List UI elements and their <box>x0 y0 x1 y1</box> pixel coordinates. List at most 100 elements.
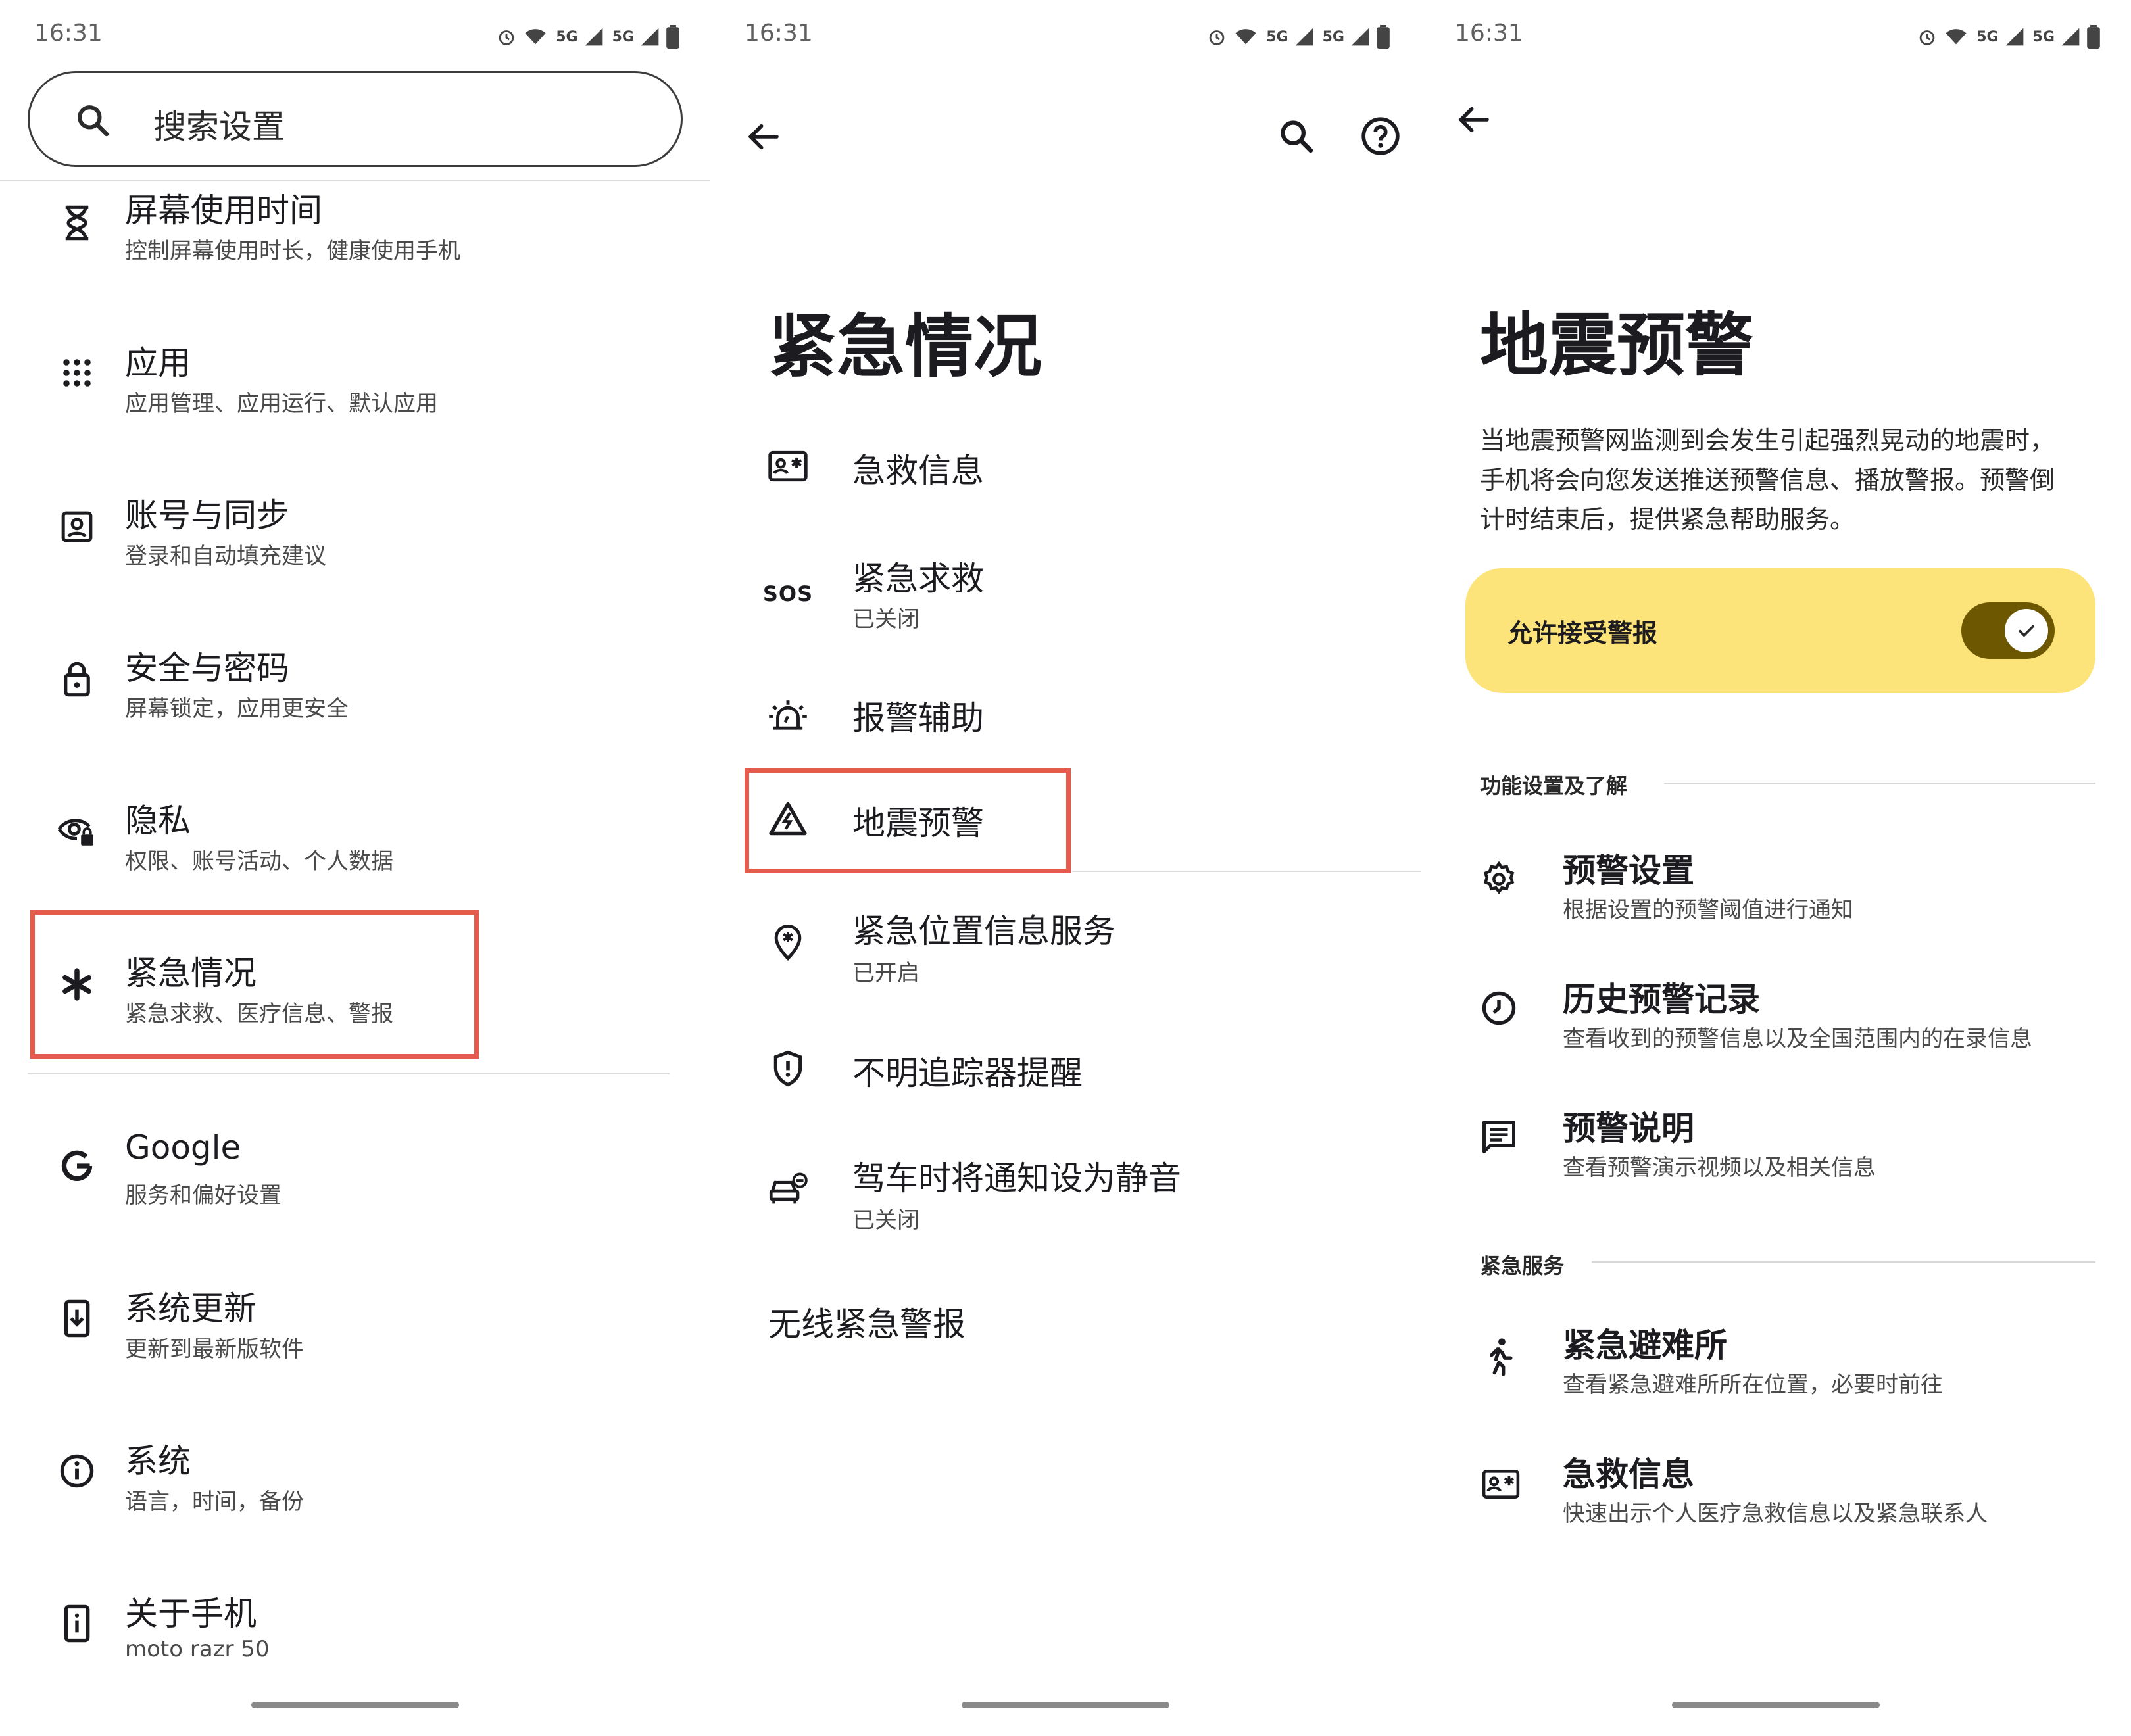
allow-alerts-toggle[interactable] <box>1961 602 2055 659</box>
medical-id-icon <box>767 447 809 485</box>
item-subtitle: 快速出示个人医疗急救信息以及紧急联系人 <box>1563 1501 1988 1527</box>
medical-id-icon <box>1480 1465 1522 1503</box>
account-box-icon <box>58 508 96 546</box>
divider <box>1072 871 1421 872</box>
status-bar: 16:31 5G 5G <box>0 13 710 59</box>
message-icon <box>1480 1118 1518 1156</box>
privacy-eye-icon <box>58 811 96 850</box>
alarm-icon <box>1209 30 1225 45</box>
status-bar: 16:31 5G 5G <box>710 13 1421 59</box>
settings-item-about-phone[interactable]: 关于手机 moto razr 50 <box>0 1587 710 1712</box>
home-indicator[interactable] <box>962 1702 1169 1708</box>
settings-item-system-update[interactable]: 系统更新 更新到最新版软件 <box>0 1282 710 1407</box>
item-subtitle: 查看预警演示视频以及相关信息 <box>1563 1155 1876 1181</box>
settings-item-security[interactable]: 安全与密码 屏幕锁定，应用更安全 <box>0 642 710 767</box>
home-indicator[interactable] <box>251 1702 459 1708</box>
item-subtitle: 应用管理、应用运行、默认应用 <box>125 391 438 417</box>
item-title: 报警辅助 <box>852 699 984 737</box>
item-title: 应用 <box>125 344 191 382</box>
page-description: 当地震预警网监测到会发生引起强烈晃动的地震时，手机将会向您发送推送预警信息、播放… <box>1480 426 2055 534</box>
check-icon <box>2005 609 2048 652</box>
item-subtitle: 已关闭 <box>852 1207 919 1234</box>
status-time: 16:31 <box>1455 20 1523 47</box>
emergency-panel: 16:31 5G 5G 紧急情况 急救信息 SOS 紧急求救 已关闭 报警辅助 … <box>710 0 1421 1736</box>
item-title: 关于手机 <box>125 1595 257 1633</box>
status-time: 16:31 <box>745 20 813 47</box>
running-person-icon <box>1480 1338 1518 1376</box>
help-icon[interactable] <box>1360 116 1401 157</box>
search-icon[interactable] <box>1277 117 1315 155</box>
status-bar: 16:31 5G 5G <box>1421 13 2131 59</box>
cell-signal-icon <box>1351 28 1369 46</box>
allow-alerts-label: 允许接受警报 <box>1507 619 1658 648</box>
apps-grid-icon <box>58 354 96 392</box>
page-title: 紧急情况 <box>768 306 1042 387</box>
signal-label-2: 5G <box>612 28 634 45</box>
signal-label-1: 5G <box>556 28 578 45</box>
emergency-item-location-service[interactable]: 紧急位置信息服务 已开启 <box>710 905 1421 1017</box>
google-icon <box>58 1147 96 1185</box>
system-update-icon <box>58 1299 96 1338</box>
allow-alerts-card[interactable]: 允许接受警报 <box>1465 568 2095 693</box>
alarm-light-icon <box>767 694 809 733</box>
signal-label-2: 5G <box>1322 28 1344 45</box>
battery-icon <box>666 25 679 49</box>
back-arrow-icon[interactable] <box>1455 101 1492 138</box>
item-title: 驾车时将通知设为静音 <box>852 1159 1181 1197</box>
earthquake-item-shelter[interactable]: 紧急避难所 查看紧急避难所所在位置，必要时前往 <box>1421 1319 2131 1437</box>
item-subtitle: 屏幕锁定，应用更安全 <box>125 696 349 722</box>
emergency-item-driving-mute[interactable]: 驾车时将通知设为静音 已关闭 <box>710 1152 1421 1264</box>
item-subtitle: 根据设置的预警阈值进行通知 <box>1563 897 1853 923</box>
search-placeholder: 搜索设置 <box>153 108 285 146</box>
earthquake-item-warning-settings[interactable]: 预警设置 根据设置的预警阈值进行通知 <box>1421 844 2131 963</box>
cell-signal-icon <box>2005 28 2023 46</box>
cell-signal-icon <box>1295 28 1313 46</box>
highlight-box <box>30 910 479 1059</box>
item-subtitle: 控制屏幕使用时长，健康使用手机 <box>125 238 460 264</box>
item-title: 预警说明 <box>1563 1109 1694 1147</box>
item-subtitle: 查看紧急避难所所在位置，必要时前往 <box>1563 1372 1943 1398</box>
wireless-emergency-alerts[interactable]: 无线紧急警报 <box>768 1298 966 1345</box>
item-subtitle: 权限、账号活动、个人数据 <box>125 848 393 875</box>
item-subtitle: 更新到最新版软件 <box>125 1336 304 1362</box>
item-title: 屏幕使用时间 <box>125 191 322 229</box>
alarm-icon <box>1919 30 1935 45</box>
home-indicator[interactable] <box>1672 1702 1880 1708</box>
item-title: 紧急求救 <box>852 560 984 598</box>
wifi-icon <box>1946 29 1967 45</box>
emergency-item-sos[interactable]: SOS 紧急求救 已关闭 <box>710 548 1421 660</box>
item-subtitle: 已开启 <box>852 960 919 986</box>
phone-info-icon <box>58 1604 96 1643</box>
settings-item-apps[interactable]: 应用 应用管理、应用运行、默认应用 <box>0 337 710 462</box>
settings-item-system[interactable]: 系统 语言，时间，备份 <box>0 1435 710 1560</box>
highlight-box <box>745 768 1071 873</box>
item-title: 账号与同步 <box>125 496 289 535</box>
search-settings-bar[interactable]: 搜索设置 <box>28 71 683 167</box>
info-icon <box>58 1452 96 1490</box>
item-subtitle: 语言，时间，备份 <box>125 1489 304 1515</box>
signal-label-2: 5G <box>2032 28 2055 45</box>
emergency-item-medical-info[interactable]: 急救信息 <box>710 441 1421 546</box>
earthquake-item-history[interactable]: 历史预警记录 查看收到的预警信息以及全国范围内的在录信息 <box>1421 973 2131 1092</box>
earthquake-item-explanation[interactable]: 预警说明 查看预警演示视频以及相关信息 <box>1421 1102 2131 1220</box>
item-title: 预警设置 <box>1563 852 1694 890</box>
divider <box>0 180 710 181</box>
section-divider <box>1592 1261 2095 1263</box>
page-title: 地震预警 <box>1480 305 1754 385</box>
settings-item-privacy[interactable]: 隐私 权限、账号活动、个人数据 <box>0 794 710 919</box>
section-divider <box>1664 783 2095 784</box>
settings-item-screen-time[interactable]: 屏幕使用时间 控制屏幕使用时长，健康使用手机 <box>0 184 710 309</box>
signal-label-1: 5G <box>1266 28 1288 45</box>
settings-item-accounts[interactable]: 账号与同步 登录和自动填充建议 <box>0 489 710 614</box>
item-title: 系统 <box>125 1442 191 1480</box>
settings-item-google[interactable]: Google 服务和偏好设置 <box>0 1128 710 1253</box>
item-subtitle: 已关闭 <box>852 606 919 633</box>
item-subtitle: 登录和自动填充建议 <box>125 543 326 569</box>
car-mute-icon <box>767 1170 809 1209</box>
item-title: 历史预警记录 <box>1563 980 1760 1019</box>
back-arrow-icon[interactable] <box>745 118 781 155</box>
earthquake-item-medical-info[interactable]: 急救信息 快速出示个人医疗急救信息以及紧急联系人 <box>1421 1448 2131 1566</box>
sos-icon: SOS <box>762 581 814 606</box>
status-icons: 5G 5G <box>495 25 680 49</box>
emergency-item-tracker-alert[interactable]: 不明追踪器提醒 <box>710 1047 1421 1152</box>
